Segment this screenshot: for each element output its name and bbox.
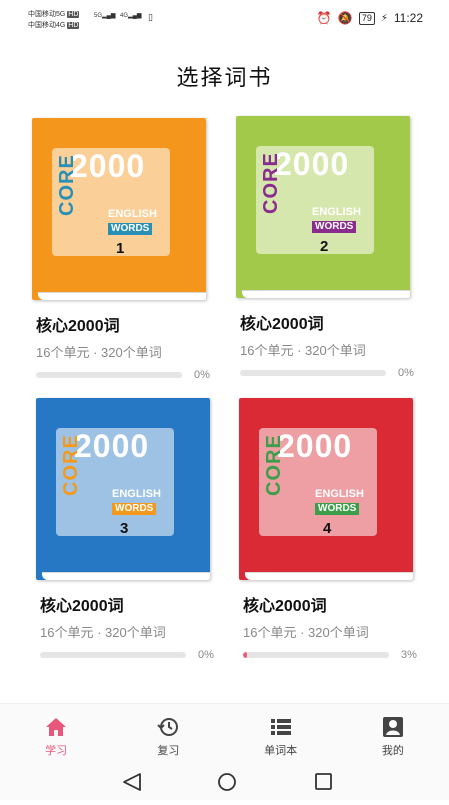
book-title[interactable]: 核心2000词 [40,592,216,616]
progress-row: 3% [243,649,419,661]
progress-text: 0% [194,369,210,381]
cover-volume: 2 [320,238,329,255]
cover-number: 2000 [70,148,146,184]
nav-item-review[interactable]: 复习 [112,704,224,764]
book-card-1[interactable]: 2000 CORE ENGLISH WORDS 1 核心2000词 16个单元 … [32,118,212,381]
cover-volume: 3 [120,520,129,537]
alarm-icon: ⏰ [316,11,332,25]
progress-bar [243,652,389,658]
cover-number: 2000 [274,146,350,182]
progress-bar [40,652,186,658]
system-nav-bar [0,763,449,800]
profile-icon [382,717,403,737]
cover-number: 2000 [74,428,150,464]
progress-bar [36,372,182,378]
progress-bar [240,370,386,376]
back-icon[interactable] [123,773,141,791]
cover-volume: 1 [116,240,125,257]
nav-label: 我的 [381,745,404,757]
page-title: 选择词书 [176,65,273,90]
sim-icon: ▯ [148,12,153,22]
battery-icon: 79 [358,11,375,25]
progress-text: 3% [401,649,417,661]
signal-icon-1: 5G▂▄▆ [94,13,116,19]
book-meta: 16个单元 · 320个单词 [36,345,162,360]
book-card-3[interactable]: 2000 CORE ENGLISH WORDS 3 核心2000词 16个单元 … [36,398,216,661]
book-pages [38,292,206,300]
cover-core: CORE [60,434,82,496]
book-cover[interactable]: 2000 CORE ENGLISH WORDS 2 [236,116,410,298]
nav-label: 单词本 [264,745,298,757]
book-title[interactable]: 核心2000词 [36,312,212,336]
carrier-1: 中国移动5G HD [28,11,80,18]
mute-icon: 🔕 [337,11,353,25]
nav-label: 学习 [45,745,68,757]
clock: 11:22 [393,11,423,25]
book-title[interactable]: 核心2000词 [243,592,419,616]
book-pages [42,572,210,580]
book-cover[interactable]: 2000 CORE ENGLISH WORDS 4 [239,398,413,580]
book-cover[interactable]: 2000 CORE ENGLISH WORDS 1 [32,118,206,300]
book-meta: 16个单元 · 320个单词 [240,343,366,358]
cover-words: WORDS [315,503,360,515]
nav-item-profile[interactable]: 我的 [337,704,449,764]
status-right: ⏰ 🔕 79 ⚡ 11:22 [317,11,423,25]
cover-core: CORE [56,154,78,216]
cover-core: CORE [260,152,282,214]
carrier-2: 中国移动4G HD [28,22,80,29]
bottom-nav: 学习 复习 单词本 我的 [0,703,449,764]
book-pages [245,572,413,580]
list-icon [270,719,291,735]
book-cover[interactable]: 2000 CORE ENGLISH WORDS 3 [36,398,210,580]
progress-fill [243,652,248,658]
recents-icon[interactable] [315,773,332,790]
charging-icon: ⚡ [380,12,388,24]
history-icon [157,718,179,736]
nav-label: 复习 [157,745,180,757]
book-meta: 16个单元 · 320个单词 [243,625,369,640]
cover-number: 2000 [277,428,353,464]
cover-words: WORDS [108,223,153,235]
progress-row: 0% [36,369,212,381]
book-card-4[interactable]: 2000 CORE ENGLISH WORDS 4 核心2000词 16个单元 … [239,398,419,661]
cover-core: CORE [263,434,285,496]
book-title[interactable]: 核心2000词 [240,310,416,334]
book-card-2[interactable]: 2000 CORE ENGLISH WORDS 2 核心2000词 16个单元 … [236,116,416,379]
cover-english: ENGLISH [112,488,161,500]
progress-row: 0% [240,367,416,379]
progress-text: 0% [198,649,214,661]
status-bar: 中国移动5G HD 中国移动4G HD 5G▂▄▆ 4G▂▄▆ ▯ ⏰ 🔕 79… [0,0,449,36]
book-meta: 16个单元 · 320个单词 [40,625,166,640]
book-pages [242,290,410,298]
cover-english: ENGLISH [315,488,364,500]
cover-words: WORDS [112,503,157,515]
signal-icon-2: 4G▂▄▆ [120,13,142,19]
cover-words: WORDS [312,221,357,233]
progress-row: 0% [40,649,216,661]
nav-item-study[interactable]: 学习 [0,704,112,764]
nav-item-wordbook[interactable]: 单词本 [225,704,337,764]
cover-english: ENGLISH [312,206,361,218]
progress-text: 0% [398,367,414,379]
home-circle-icon[interactable] [218,773,236,791]
cover-volume: 4 [323,520,332,537]
cover-english: ENGLISH [108,208,157,220]
home-icon [46,718,67,736]
